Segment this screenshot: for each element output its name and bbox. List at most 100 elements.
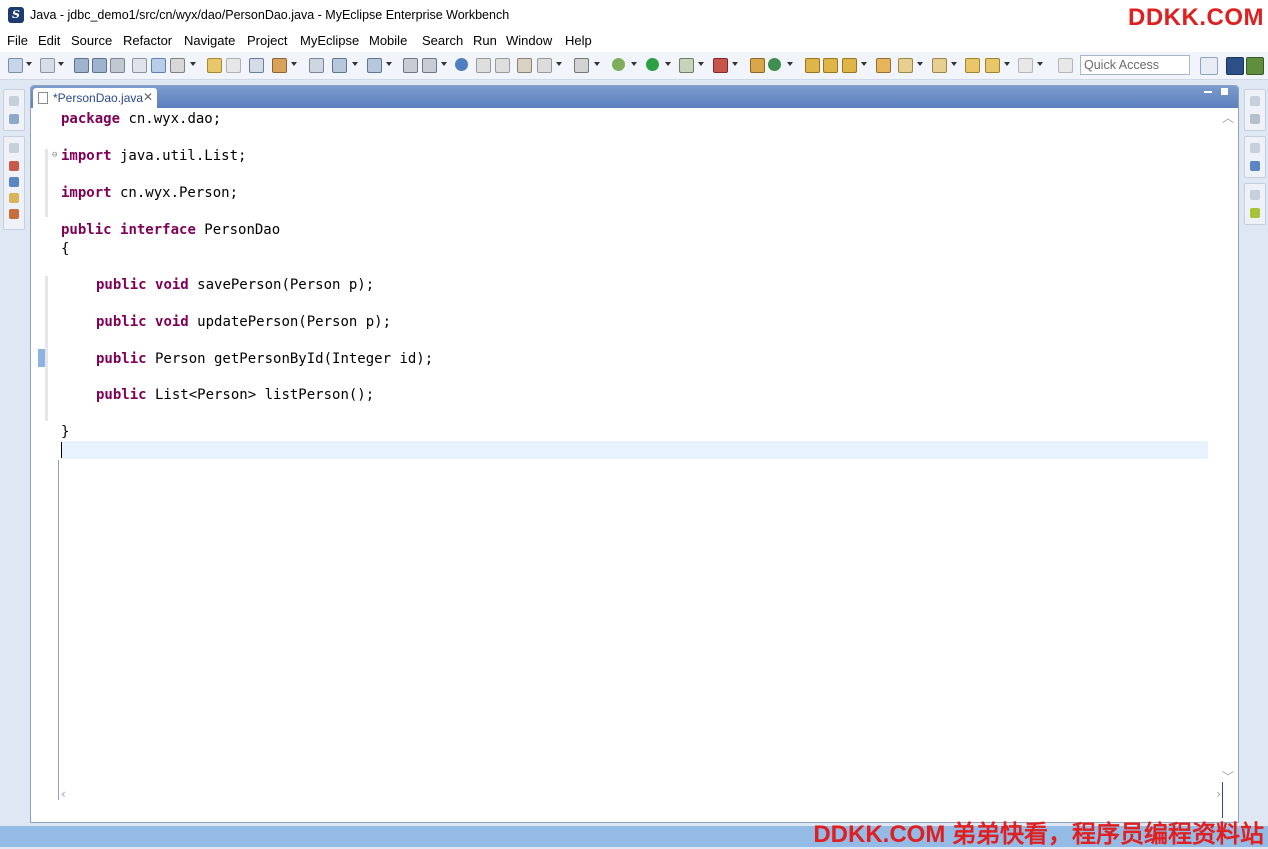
menu-file[interactable]: File [7,33,28,48]
code-area[interactable]: ⊖ package cn.wyx.dao; import java.util.L… [33,109,1236,803]
server-icon[interactable] [309,58,324,73]
disconnect-icon[interactable] [226,58,241,73]
next-annotation-dropdown-icon[interactable] [917,62,923,66]
code-line[interactable]: import cn.wyx.Person; [61,184,238,202]
next-annotation-icon[interactable] [898,58,913,73]
image-editor-icon[interactable] [537,58,552,73]
new-icon[interactable] [8,58,23,73]
code-line[interactable]: public Person getPersonById(Integer id); [96,350,433,368]
restore-right-icon-3[interactable] [1250,190,1260,200]
restore-right-icon-2[interactable] [1250,143,1260,153]
run-icon[interactable] [646,58,659,71]
open-task-icon[interactable] [876,58,891,73]
open-perspective-icon[interactable] [422,58,437,73]
outline-icon[interactable] [1250,161,1260,171]
open-type-icon[interactable] [132,58,147,73]
database-icon[interactable] [476,58,491,73]
forward-icon[interactable] [1018,58,1033,73]
screen-dropdown-icon[interactable] [594,62,600,66]
menu-mobile[interactable]: Mobile [369,33,407,48]
image-dropdown-icon[interactable] [556,62,562,66]
forward-dropdown-icon[interactable] [1037,62,1043,66]
new-package-icon[interactable] [750,58,765,73]
scroll-down-icon[interactable]: ﹀ [1222,768,1234,785]
perspective-dropdown-icon[interactable] [441,62,447,66]
new-class-icon[interactable] [768,58,781,71]
sql-icon[interactable] [495,58,510,73]
debug-icon[interactable] [612,58,625,71]
code-line[interactable]: public List<Person> listPerson(); [96,386,374,404]
menu-navigate[interactable]: Navigate [184,33,235,48]
build-icon[interactable] [170,58,185,73]
save-all-icon[interactable] [92,58,107,73]
restore-icon-2[interactable] [9,143,19,153]
open-perspective-button-icon[interactable] [1200,57,1218,75]
pointer-icon[interactable] [249,58,264,73]
globe-icon[interactable] [455,58,468,71]
build-dropdown-icon[interactable] [190,62,196,66]
menu-myeclipse[interactable]: MyEclipse [300,33,359,48]
quick-access-input[interactable]: Quick Access [1080,55,1190,75]
print-icon[interactable] [110,58,125,73]
scroll-up-icon[interactable]: ︿ [1222,109,1234,126]
java-perspective-icon[interactable] [1246,57,1264,75]
open-project-icon[interactable] [805,58,820,73]
menu-source[interactable]: Source [71,33,112,48]
run-dropdown-icon[interactable] [665,62,671,66]
screen-icon[interactable] [574,58,589,73]
myeclipse-perspective-icon[interactable] [1226,57,1244,75]
code-line[interactable]: public interface PersonDao [61,221,280,239]
back-icon[interactable] [985,58,1000,73]
open-folder-icon[interactable] [823,58,838,73]
server-dropdown-icon[interactable] [58,62,64,66]
run-server-dropdown-icon[interactable] [352,62,358,66]
deploy-icon[interactable] [272,58,287,73]
code-line[interactable]: } [61,423,69,441]
menu-project[interactable]: Project [247,33,287,48]
scroll-left-icon[interactable]: ‹ [61,787,66,801]
coverage-dropdown-icon[interactable] [732,62,738,66]
debug-server-dropdown-icon[interactable] [386,62,392,66]
fold-icon[interactable]: ⊖ [52,150,57,160]
vertical-scrollbar[interactable]: ︿ ﹀ [1218,109,1236,803]
debug-dropdown-icon[interactable] [631,62,637,66]
external-dropdown-icon[interactable] [698,62,704,66]
menu-run[interactable]: Run [473,33,497,48]
run-server-icon[interactable] [332,58,347,73]
previous-annotation-icon[interactable] [932,58,947,73]
new-server-icon[interactable] [40,58,55,73]
menu-refactor[interactable]: Refactor [123,33,172,48]
ui-designer-icon[interactable] [517,58,532,73]
code-line[interactable]: { [61,240,69,258]
problems-icon[interactable] [9,161,19,171]
web-browser-icon[interactable] [403,58,418,73]
console-icon[interactable] [9,209,19,219]
restore-icon[interactable] [9,96,19,106]
last-edit-icon[interactable] [965,58,980,73]
debug-server-icon[interactable] [367,58,382,73]
editor-tab-persondao[interactable]: *PersonDao.java ✕ [33,88,157,108]
previous-annotation-dropdown-icon[interactable] [951,62,957,66]
horizontal-scrollbar[interactable]: ‹ › [61,787,1221,803]
class-dropdown-icon[interactable] [787,62,793,66]
menu-edit[interactable]: Edit [38,33,60,48]
package-explorer-icon[interactable] [9,114,19,124]
code-line[interactable]: package cn.wyx.dao; [61,110,221,128]
javadoc-icon[interactable] [9,177,19,187]
toggle-mark-icon[interactable] [151,58,166,73]
menu-search[interactable]: Search [422,33,463,48]
coverage-icon[interactable] [713,58,728,73]
snippets-icon[interactable] [1250,208,1260,218]
minimize-icon[interactable] [1204,91,1212,93]
search-dropdown-icon[interactable] [861,62,867,66]
code-line[interactable]: public void savePerson(Person p); [96,276,374,294]
task-list-icon[interactable] [1250,114,1260,124]
save-icon[interactable] [74,58,89,73]
pin-editor-icon[interactable] [1058,58,1073,73]
deploy-dropdown-icon[interactable] [291,62,297,66]
maximize-icon[interactable] [1221,88,1228,95]
new-dropdown-icon[interactable] [26,62,32,66]
menu-window[interactable]: Window [506,33,552,48]
scroll-right-icon[interactable]: › [1216,787,1221,801]
search-icon[interactable] [842,58,857,73]
